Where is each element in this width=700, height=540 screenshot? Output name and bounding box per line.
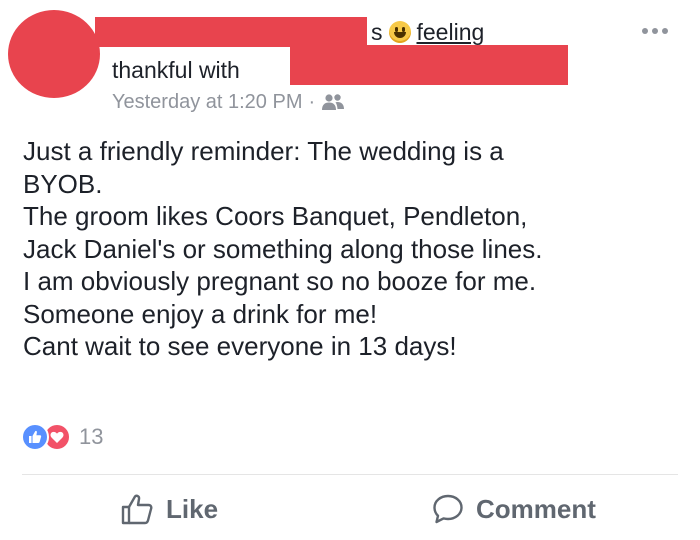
feeling-label[interactable]: feeling: [417, 17, 485, 47]
post-body-line: BYOB.: [23, 168, 103, 199]
post-body: Just a friendly reminder: The wedding is…: [23, 135, 683, 363]
post-body-line: Someone enjoy a drink for me!: [23, 298, 378, 329]
comment-icon: [433, 494, 463, 524]
post-body-line: I am obviously pregnant so no booze for …: [23, 266, 537, 296]
post-header-line2: thankful with: [112, 57, 240, 83]
redacted-tagged-names: [290, 45, 568, 85]
post-body-line: Jack Daniel's or something along those l…: [23, 233, 543, 264]
like-button[interactable]: Like: [120, 493, 218, 525]
avatar[interactable]: [8, 10, 100, 98]
author-name-suffix[interactable]: s: [371, 17, 383, 47]
like-button-label: Like: [166, 493, 219, 524]
comment-button[interactable]: Comment: [432, 493, 596, 525]
post-body-line: The groom likes Coors Banquet, Pendleton…: [23, 201, 528, 231]
reaction-count: 13: [79, 424, 104, 449]
facebook-post: s feeling thankful with Yesterday at 1:2…: [0, 0, 700, 540]
friends-icon[interactable]: [321, 93, 345, 111]
divider: [22, 474, 678, 475]
comment-button-label: Comment: [476, 493, 596, 524]
post-body-line: Cant wait to see everyone in 13 days!: [23, 331, 457, 361]
redacted-name: [95, 17, 367, 47]
meta-separator: ·: [308, 91, 316, 113]
post-header-line1: s feeling: [371, 17, 484, 47]
like-reaction-icon: [21, 423, 49, 451]
thumbs-up-icon: [121, 494, 153, 525]
post-body-line: Just a friendly reminder: The wedding is…: [23, 136, 504, 166]
smiley-icon: [388, 21, 411, 43]
reactions-summary[interactable]: 13: [21, 423, 103, 451]
more-options-icon[interactable]: [642, 28, 668, 34]
timestamp[interactable]: Yesterday at 1:20 PM: [112, 89, 303, 115]
post-meta: Yesterday at 1:20 PM ·: [112, 89, 345, 115]
